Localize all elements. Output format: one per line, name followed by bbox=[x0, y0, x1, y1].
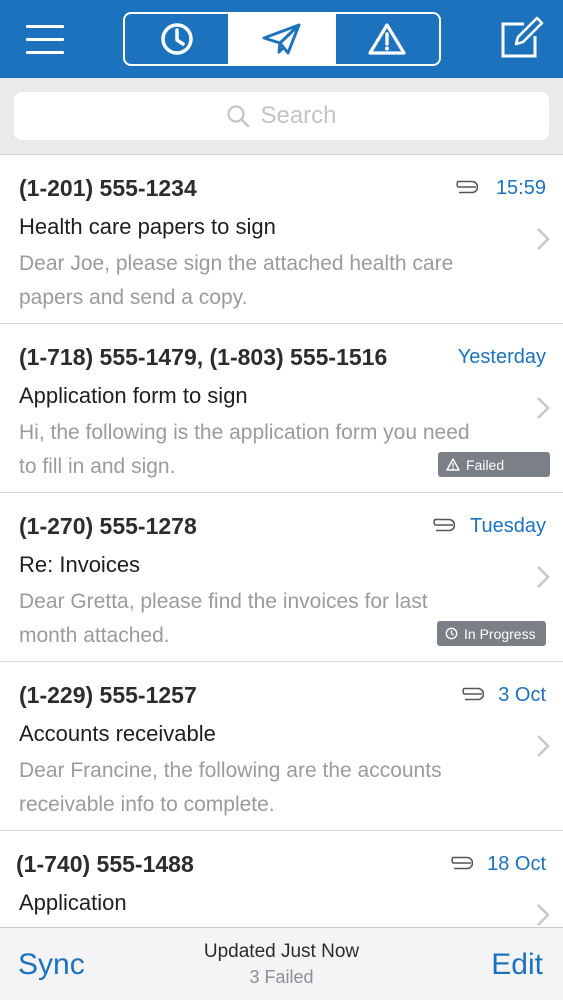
message-row[interactable]: (1-740) 555-1488 18 Oct Application bbox=[0, 831, 563, 927]
status-badge-failed: Failed bbox=[438, 452, 550, 477]
message-recipient: (1-229) 555-1257 bbox=[19, 682, 197, 708]
navigation-bar bbox=[0, 0, 563, 78]
chevron-right-icon bbox=[537, 566, 550, 588]
message-preview: Dear Gretta, please find the invoices fo… bbox=[19, 590, 428, 647]
message-list: (1-201) 555-1234 15:59 Health care paper… bbox=[0, 155, 563, 927]
segment-failed[interactable] bbox=[333, 14, 439, 64]
compose-icon bbox=[501, 16, 544, 58]
message-date: 18 Oct bbox=[487, 853, 546, 875]
paperclip-icon bbox=[451, 856, 473, 870]
paperclip-icon bbox=[433, 518, 455, 532]
message-date: Tuesday bbox=[470, 515, 546, 537]
compose-button[interactable] bbox=[498, 16, 544, 60]
status-badge-label: Failed bbox=[466, 456, 505, 473]
message-row[interactable]: (1-270) 555-1278 Tuesday Re: Invoices De… bbox=[0, 493, 563, 662]
message-recipient: (1-201) 555-1234 bbox=[19, 175, 197, 201]
menu-button[interactable] bbox=[26, 22, 66, 56]
paper-plane-icon bbox=[262, 23, 301, 55]
message-preview: Dear Joe, please sign the attached healt… bbox=[19, 252, 454, 309]
status-badge-in-progress: In Progress bbox=[437, 621, 546, 646]
warning-icon bbox=[446, 458, 460, 471]
chevron-right-icon bbox=[537, 904, 550, 926]
chevron-right-icon bbox=[537, 735, 550, 757]
hamburger-menu-icon-bar bbox=[26, 38, 64, 41]
segment-scheduled[interactable] bbox=[125, 14, 228, 64]
message-recipient: (1-718) 555-1479, (1-803) 555-1516 bbox=[19, 344, 388, 370]
search-icon bbox=[227, 105, 250, 128]
message-subject: Re: Invoices bbox=[19, 552, 141, 577]
segment-sent[interactable] bbox=[228, 14, 334, 64]
warning-icon bbox=[368, 23, 406, 55]
search-bar: Search bbox=[0, 78, 563, 155]
message-date: 15:59 bbox=[495, 177, 546, 199]
paperclip-icon bbox=[456, 180, 478, 194]
message-recipient: (1-270) 555-1278 bbox=[19, 513, 197, 539]
chevron-right-icon bbox=[537, 397, 550, 419]
message-recipient: (1-740) 555-1488 bbox=[16, 851, 194, 877]
search-input[interactable]: Search bbox=[14, 92, 549, 140]
edit-button[interactable]: Edit bbox=[491, 948, 543, 982]
sync-status: Updated Just Now 3 Failed bbox=[140, 941, 423, 988]
paperclip-icon bbox=[462, 687, 484, 701]
message-row[interactable]: (1-229) 555-1257 3 Oct Accounts receivab… bbox=[0, 662, 563, 831]
hamburger-menu-icon bbox=[26, 25, 64, 28]
sync-status-updated: Updated Just Now bbox=[203, 941, 360, 962]
hamburger-menu-icon-bar bbox=[26, 51, 64, 54]
message-date: 3 Oct bbox=[498, 684, 546, 706]
mailbox-segmented-control bbox=[123, 12, 441, 66]
message-date: Yesterday bbox=[457, 346, 546, 368]
status-badge-label: In Progress bbox=[464, 625, 536, 642]
message-preview: Dear Francine, the following are the acc… bbox=[19, 759, 442, 816]
clock-icon bbox=[445, 627, 458, 640]
message-subject: Accounts receivable bbox=[19, 721, 216, 746]
message-row[interactable]: (1-718) 555-1479, (1-803) 555-1516 Yeste… bbox=[0, 324, 563, 493]
message-subject: Application form to sign bbox=[19, 383, 248, 408]
bottom-toolbar: Sync Updated Just Now 3 Failed Edit bbox=[0, 927, 563, 1000]
clock-icon bbox=[160, 23, 193, 55]
search-placeholder: Search bbox=[260, 102, 337, 129]
chevron-right-icon bbox=[537, 228, 550, 250]
message-preview: Hi, the following is the application for… bbox=[19, 421, 470, 478]
message-subject: Health care papers to sign bbox=[19, 214, 276, 239]
sync-button[interactable]: Sync bbox=[18, 948, 85, 982]
message-subject: Application bbox=[19, 890, 127, 915]
sync-status-failed-count: 3 Failed bbox=[249, 967, 314, 987]
message-row[interactable]: (1-201) 555-1234 15:59 Health care paper… bbox=[0, 155, 563, 324]
